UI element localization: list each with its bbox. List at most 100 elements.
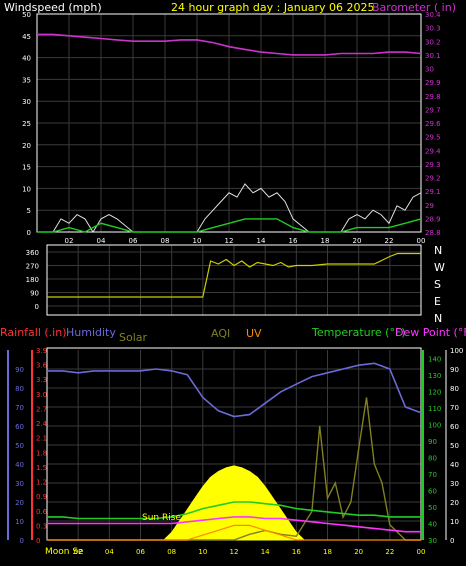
barometer-tick: 29.9 — [425, 79, 441, 87]
solar-label: Solar — [119, 331, 148, 344]
humidity-tick: 70 — [15, 404, 24, 412]
barometer-label: Barometer ( in) — [372, 1, 456, 14]
rainfall-tick: 2.7 — [36, 405, 47, 413]
time-tick: 18 — [323, 548, 332, 556]
windspeed-tick: 30 — [22, 98, 31, 106]
humidity-tick: 80 — [15, 385, 24, 393]
time-tick: 22 — [385, 548, 394, 556]
right-axis-tick: 80 — [450, 385, 459, 393]
time-tick: 02 — [65, 237, 74, 245]
time-tick: 06 — [136, 548, 145, 556]
compass-label: W — [434, 261, 445, 274]
rainfall-tick: 0.3 — [36, 522, 47, 530]
time-tick: 08 — [161, 237, 170, 245]
time-tick: 04 — [105, 548, 114, 556]
humidity-tick: 0 — [20, 537, 24, 545]
right-axis-tick: 100 — [450, 347, 463, 355]
time-tick: 16 — [292, 548, 301, 556]
barometer-tick: 29.2 — [425, 175, 441, 183]
barometer-tick: 30.4 — [425, 11, 441, 19]
windspeed-tick: 5 — [27, 207, 31, 215]
temperature-tick: 60 — [428, 487, 437, 495]
direction-tick: 270 — [26, 263, 39, 271]
time-tick: 20 — [354, 548, 363, 556]
time-tick: 20 — [353, 237, 362, 245]
right-axis-tick: 60 — [450, 423, 459, 431]
windspeed-tick: 10 — [22, 185, 31, 193]
barometer-tick: 28.8 — [425, 229, 441, 237]
windspeed-tick: 25 — [22, 120, 31, 128]
direction-tick: 0 — [35, 303, 39, 311]
windspeed-tick: 50 — [22, 11, 31, 19]
barometer-tick: 29.4 — [425, 147, 441, 155]
time-tick: 18 — [321, 237, 330, 245]
barometer-tick: 29.7 — [425, 106, 441, 114]
temperature-tick: 110 — [428, 405, 441, 413]
barometer-axis: 28.8 28.9 29 29.1 29.2 29.3 29.4 29.5 29.6 29.7 29… — [425, 11, 441, 237]
top-time-axis: 02 04 06 08 10 12 14 16 18 20 22 00 — [65, 237, 426, 245]
humidity-label: Humidity — [66, 326, 116, 339]
windspeed-axis: 0 5 10 15 20 25 30 35 40 45 50 — [22, 11, 31, 237]
time-tick: 22 — [385, 237, 394, 245]
right-axis-tick: 40 — [450, 461, 459, 469]
chart-title: 24 hour graph day : January 06 2025 — [171, 1, 375, 14]
right-axis-tick: 30 — [450, 480, 459, 488]
windspeed-label: Windspeed (mph) — [4, 1, 102, 14]
compass-labels: NWSEN — [434, 244, 445, 325]
direction-tick: 360 — [26, 249, 39, 257]
barometer-tick: 29.5 — [425, 134, 441, 142]
windspeed-tick: 15 — [22, 164, 31, 172]
temperature-tick: 90 — [428, 438, 437, 446]
direction-tick: 90 — [30, 290, 39, 298]
temperature-tick: 70 — [428, 471, 437, 479]
barometer-tick: 29.1 — [425, 188, 441, 196]
right-axis-tick: 90 — [450, 366, 459, 374]
humidity-tick: 30 — [15, 480, 24, 488]
windspeed-tick: 45 — [22, 33, 31, 41]
time-tick: 10 — [198, 548, 207, 556]
barometer-tick: 29.8 — [425, 93, 441, 101]
humidity-tick: 40 — [15, 461, 24, 469]
sun-rise-label: Sun Rise — [142, 513, 181, 523]
rainfall-tick: 1.5 — [36, 464, 47, 472]
solar-area — [162, 465, 306, 541]
rainfall-tick: 2.4 — [36, 420, 48, 428]
direction-axis: 360 270 180 90 0 — [26, 249, 39, 311]
time-tick: 08 — [167, 548, 176, 556]
time-tick: 00 — [417, 548, 426, 556]
barometer-tick: 30.3 — [425, 25, 441, 33]
rainfall-tick: 3.9 — [36, 347, 47, 355]
right-axis-tick: 10 — [450, 518, 459, 526]
dewpoint-label: Dew Point (°F) — [395, 326, 466, 339]
time-tick: 04 — [97, 237, 106, 245]
temperature-tick: 140 — [428, 355, 441, 363]
temperature-tick: 30 — [428, 537, 437, 545]
temperature-tick: 120 — [428, 388, 441, 396]
rainfall-tick: 1.2 — [36, 479, 47, 487]
humidity-tick: 20 — [15, 499, 24, 507]
barometer-tick: 30.1 — [425, 52, 441, 60]
time-tick: 14 — [257, 237, 266, 245]
rainfall-tick: 3.6 — [36, 362, 48, 370]
temperature-tick: 50 — [428, 504, 437, 512]
time-tick: 16 — [289, 237, 298, 245]
time-tick: 12 — [225, 237, 234, 245]
bottom-time-axis: 02 04 06 08 10 12 14 16 18 20 22 00 — [74, 548, 426, 556]
rainfall-tick: 0.9 — [36, 493, 47, 501]
temperature-tick: 80 — [428, 454, 437, 462]
direction-grid — [47, 245, 422, 315]
time-tick: 06 — [129, 237, 138, 245]
temperature-tick: 130 — [428, 372, 441, 380]
compass-label: E — [434, 295, 441, 308]
rainfall-tick: 0.6 — [36, 508, 48, 516]
uv-label: UV — [246, 327, 262, 340]
windspeed-tick: 40 — [22, 55, 31, 63]
humidity-tick: 90 — [15, 366, 24, 374]
temperature-label: Temperature (°F) — [311, 326, 406, 339]
rainfall-tick: 3.0 — [36, 391, 47, 399]
time-tick: 10 — [193, 237, 202, 245]
compass-label: N — [434, 312, 442, 325]
humidity-tick: 60 — [15, 423, 24, 431]
direction-tick: 180 — [26, 276, 39, 284]
windspeed-tick: 0 — [27, 229, 31, 237]
